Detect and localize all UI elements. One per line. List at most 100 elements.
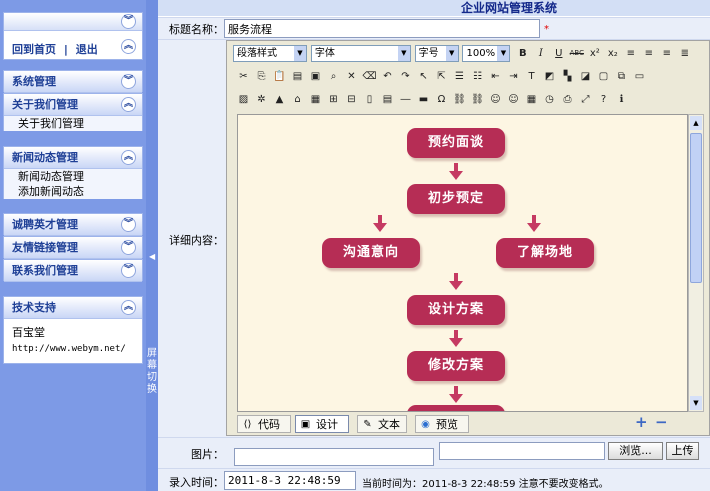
scroll-up-icon[interactable]: ▲ bbox=[690, 116, 702, 130]
title-input[interactable] bbox=[224, 19, 540, 38]
redo-icon[interactable]: ↷ bbox=[397, 68, 414, 85]
section-header[interactable]: 技术支持 ︽ bbox=[4, 297, 142, 319]
delete-icon[interactable]: ✕ bbox=[343, 68, 360, 85]
print-icon[interactable]: ⎙ bbox=[559, 91, 576, 108]
superscript-icon[interactable]: x² bbox=[586, 45, 603, 62]
table-props-icon[interactable]: ⊞ bbox=[325, 91, 342, 108]
form-icon[interactable]: ▯ bbox=[361, 91, 378, 108]
scroll-thumb[interactable] bbox=[690, 133, 702, 283]
tab-code[interactable]: ⟨⟩ 代码 bbox=[237, 415, 291, 433]
support-url[interactable]: http://www.webym.net/ bbox=[12, 341, 142, 357]
indent-icon[interactable]: ⇥ bbox=[505, 68, 522, 85]
info-icon[interactable]: ℹ bbox=[613, 91, 630, 108]
file-input[interactable] bbox=[439, 442, 605, 460]
copy-icon[interactable]: ⎘ bbox=[253, 68, 270, 85]
screen-toggle-label[interactable]: 屏幕切换 bbox=[147, 348, 157, 396]
home-link[interactable]: 回到首页 bbox=[12, 43, 56, 56]
section-header[interactable]: 联系我们管理 ︾ bbox=[4, 260, 142, 282]
strikethrough-icon[interactable]: ABC bbox=[568, 45, 585, 62]
collapse-icon[interactable]: ︾ bbox=[121, 14, 136, 29]
remove-format-icon[interactable]: ◪ bbox=[577, 68, 594, 85]
bold-icon[interactable]: B bbox=[514, 45, 531, 62]
undo-icon[interactable]: ↶ bbox=[379, 68, 396, 85]
section-header[interactable]: 关于我们管理 ︽ bbox=[4, 94, 142, 116]
align-justify-icon[interactable]: ≣ bbox=[676, 45, 693, 62]
sidebar-section-jobs[interactable]: 诚聘英才管理 ︾ bbox=[3, 213, 143, 236]
absolute-position-icon[interactable]: ⇱ bbox=[433, 68, 450, 85]
expand-icon[interactable]: ︾ bbox=[121, 74, 136, 89]
maximize-icon[interactable]: ⤢ bbox=[577, 91, 594, 108]
expand-icon[interactable]: ︾ bbox=[121, 263, 136, 278]
sidebar-section-links[interactable]: 友情链接管理 ︾ bbox=[3, 236, 143, 259]
editor-canvas[interactable]: 预约面谈 初步预定 沟通意向 了解场地 设计方案 修改方案 bbox=[237, 114, 688, 412]
sidebar-section-contact[interactable]: 联系我们管理 ︾ bbox=[3, 259, 143, 282]
file-icon[interactable]: ▤ bbox=[379, 91, 396, 108]
time-input[interactable] bbox=[224, 471, 356, 490]
unordered-list-icon[interactable]: ☷ bbox=[469, 68, 486, 85]
marquee-icon[interactable]: ▬ bbox=[415, 91, 432, 108]
align-left-icon[interactable]: ≡ bbox=[622, 45, 639, 62]
paste-word-icon[interactable]: ▣ bbox=[307, 68, 324, 85]
table-icon[interactable]: ▦ bbox=[307, 91, 324, 108]
collapse-icon[interactable]: ︽ bbox=[121, 300, 136, 315]
expand-icon[interactable]: ︾ bbox=[121, 240, 136, 255]
section-header[interactable]: 系统管理 ︾ bbox=[4, 71, 142, 93]
subscript-icon[interactable]: x₂ bbox=[604, 45, 621, 62]
zoom-out-icon[interactable]: − bbox=[655, 413, 668, 431]
screen-splitter[interactable]: ◀ 屏幕切换 bbox=[146, 0, 158, 491]
bg-color-icon[interactable]: ◩ bbox=[541, 68, 558, 85]
media-icon[interactable]: ▲ bbox=[271, 91, 288, 108]
zoom-in-icon[interactable]: + bbox=[635, 413, 648, 431]
font-size-select[interactable]: 字号 ▼ bbox=[414, 45, 459, 62]
paste-text-icon[interactable]: ▤ bbox=[289, 68, 306, 85]
link-icon[interactable]: ⛓ bbox=[451, 91, 468, 108]
italic-icon[interactable]: I bbox=[532, 45, 549, 62]
sidebar-section-system[interactable]: 系统管理 ︾ bbox=[3, 70, 143, 93]
expand-icon[interactable]: ︾ bbox=[121, 217, 136, 232]
align-right-icon[interactable]: ≡ bbox=[658, 45, 675, 62]
scroll-down-icon[interactable]: ▼ bbox=[690, 396, 702, 410]
tab-design[interactable]: ▣ 设计 bbox=[295, 415, 349, 433]
date-icon[interactable]: ▦ bbox=[523, 91, 540, 108]
section-header[interactable]: 新闻动态管理 ︽ bbox=[4, 147, 142, 169]
emoji-icon[interactable]: ☺ bbox=[487, 91, 504, 108]
collapse-icon[interactable]: ︽ bbox=[121, 150, 136, 165]
paste-icon[interactable]: 📋 bbox=[271, 68, 288, 85]
special-char-icon[interactable]: Ω bbox=[433, 91, 450, 108]
cut-icon[interactable]: ✂ bbox=[235, 68, 252, 85]
cell-icon[interactable]: ⊟ bbox=[343, 91, 360, 108]
sidebar-item-news[interactable]: 新闻动态管理 bbox=[4, 169, 142, 184]
tab-text[interactable]: ✎ 文本 bbox=[357, 415, 407, 433]
help-icon[interactable]: ? bbox=[595, 91, 612, 108]
section-header[interactable]: 诚聘英才管理 ︾ bbox=[4, 214, 142, 236]
outdent-icon[interactable]: ⇤ bbox=[487, 68, 504, 85]
editor-scrollbar[interactable]: ▲ ▼ bbox=[688, 114, 704, 412]
find-icon[interactable]: ⌕ bbox=[325, 68, 342, 85]
sidebar-item-add-news[interactable]: 添加新闻动态 bbox=[4, 184, 142, 199]
zoom-select[interactable]: 100% ▼ bbox=[462, 45, 511, 62]
font-select[interactable]: 字体 ▼ bbox=[310, 45, 411, 62]
layer-icon[interactable]: ⧉ bbox=[613, 68, 630, 85]
time-icon[interactable]: ◷ bbox=[541, 91, 558, 108]
collapse-icon[interactable]: ︽ bbox=[121, 97, 136, 112]
text-color-icon[interactable]: T bbox=[523, 68, 540, 85]
upload-button[interactable]: 上传 bbox=[666, 442, 699, 460]
tab-preview[interactable]: ◉ 预览 bbox=[415, 415, 469, 433]
ordered-list-icon[interactable]: ☰ bbox=[451, 68, 468, 85]
paragraph-style-select[interactable]: 段落样式 ▼ bbox=[233, 45, 307, 62]
collapse-arrow-icon[interactable]: ◀ bbox=[149, 252, 155, 261]
frame-icon[interactable]: ▢ bbox=[595, 68, 612, 85]
logout-link[interactable]: 退出 bbox=[76, 43, 98, 56]
collapse-icon[interactable]: ︽ bbox=[121, 39, 136, 54]
image-path-input[interactable] bbox=[234, 448, 434, 466]
smiley-icon[interactable]: ☺ bbox=[505, 91, 522, 108]
window-icon[interactable]: ▭ bbox=[631, 68, 648, 85]
image-icon[interactable]: ▨ bbox=[235, 91, 252, 108]
underline-icon[interactable]: U bbox=[550, 45, 567, 62]
select-icon[interactable]: ↖ bbox=[415, 68, 432, 85]
flash-icon[interactable]: ✲ bbox=[253, 91, 270, 108]
align-center-icon[interactable]: ≡ bbox=[640, 45, 657, 62]
browse-button[interactable]: 浏览... bbox=[608, 442, 663, 460]
eraser-icon[interactable]: ⌫ bbox=[361, 68, 378, 85]
highlight-icon[interactable]: ▚ bbox=[559, 68, 576, 85]
